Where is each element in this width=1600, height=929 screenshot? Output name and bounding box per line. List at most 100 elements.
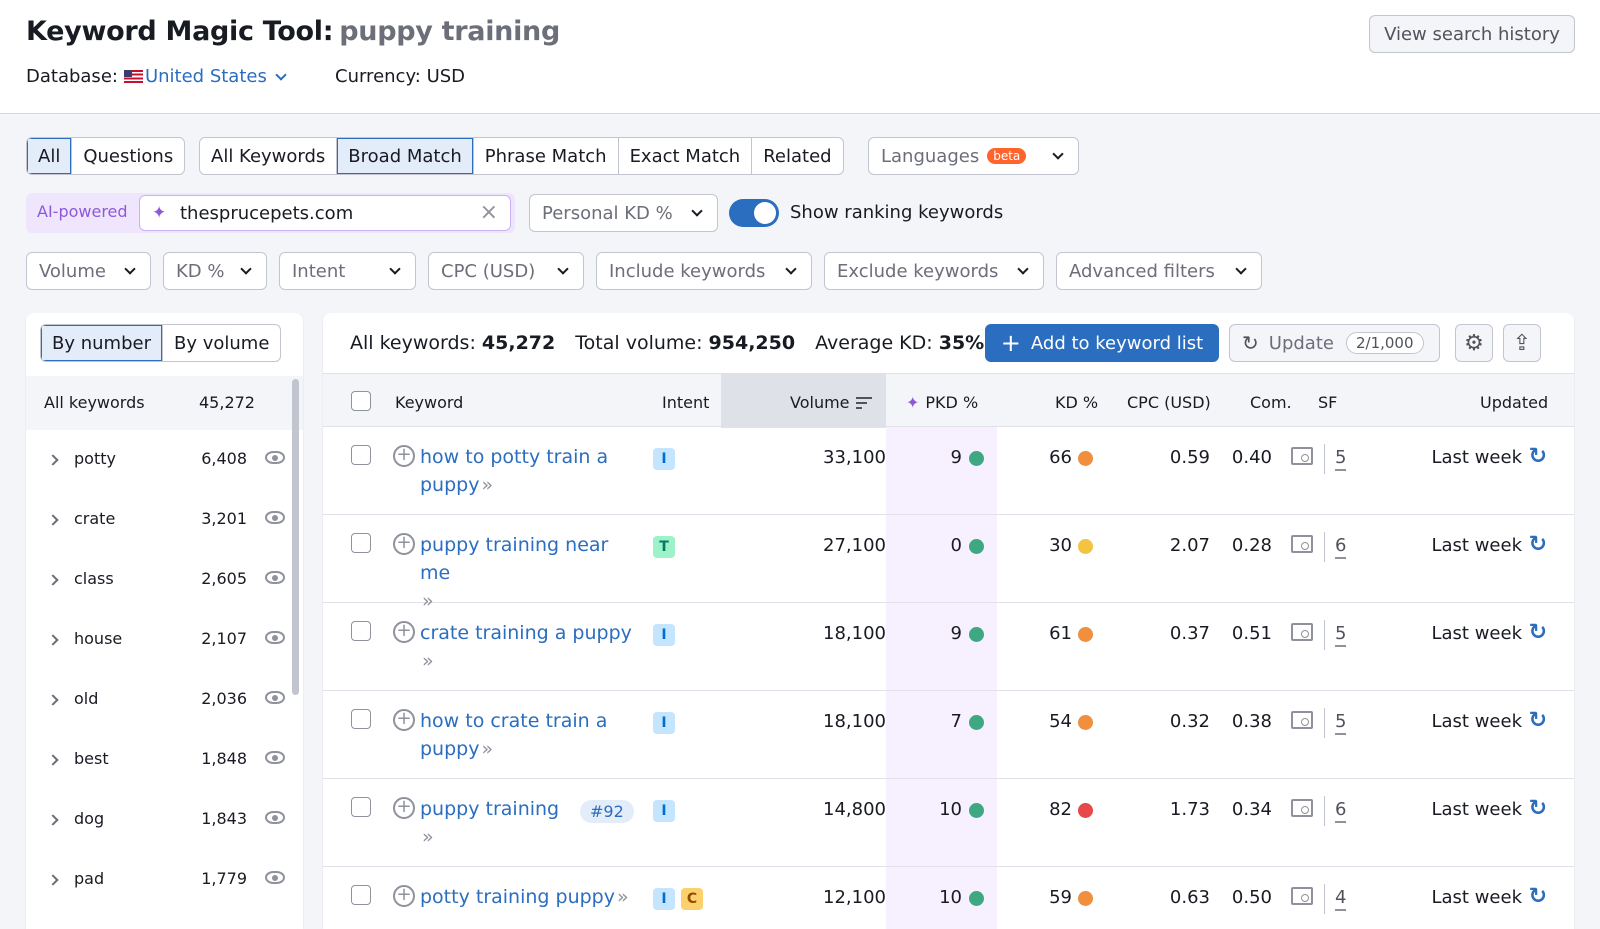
kd-filter[interactable]: KD %: [163, 252, 267, 290]
sf-count[interactable]: 6: [1335, 799, 1347, 823]
refresh-icon[interactable]: ↻: [1529, 532, 1547, 557]
chevron-right-icon[interactable]: [47, 514, 59, 526]
chevron-right-icon[interactable]: [47, 754, 59, 766]
tab-by-volume[interactable]: By volume: [163, 325, 280, 361]
eye-icon[interactable]: [265, 511, 285, 524]
eye-icon[interactable]: [265, 871, 285, 884]
export-button[interactable]: ⇪: [1503, 324, 1541, 362]
add-circle-icon[interactable]: +: [393, 797, 415, 819]
row-checkbox[interactable]: [351, 885, 371, 905]
intent-filter[interactable]: Intent: [279, 252, 416, 290]
all-keywords-group[interactable]: All keywords 45,272: [26, 376, 303, 430]
col-com[interactable]: Com.: [1250, 393, 1292, 412]
open-keyword-icon[interactable]: »: [422, 826, 434, 848]
refresh-icon[interactable]: ↻: [1529, 796, 1547, 821]
col-cpc[interactable]: CPC (USD): [1127, 393, 1211, 412]
eye-icon[interactable]: [265, 571, 285, 584]
row-checkbox[interactable]: [351, 445, 371, 465]
add-to-keyword-list-button[interactable]: + Add to keyword list: [985, 324, 1219, 362]
advanced-filters[interactable]: Advanced filters: [1056, 252, 1262, 290]
domain-input[interactable]: ✦ thesprucepets.com ×: [139, 195, 511, 231]
sf-count[interactable]: 6: [1335, 535, 1347, 559]
col-pkd[interactable]: ✦ PKD %: [906, 393, 978, 412]
add-circle-icon[interactable]: +: [393, 445, 415, 467]
volume-filter[interactable]: Volume: [26, 252, 151, 290]
group-row[interactable]: best 1,848: [26, 730, 288, 790]
tab-exact-match[interactable]: Exact Match: [619, 138, 753, 174]
show-ranking-toggle[interactable]: [729, 199, 779, 227]
group-row[interactable]: dog 1,843: [26, 790, 288, 850]
open-keyword-icon[interactable]: »: [617, 886, 629, 908]
keyword-link[interactable]: potty training puppy»: [420, 883, 642, 911]
chevron-right-icon[interactable]: [47, 454, 59, 466]
col-sf[interactable]: SF: [1318, 393, 1337, 412]
chevron-right-icon[interactable]: [47, 694, 59, 706]
row-checkbox[interactable]: [351, 797, 371, 817]
col-keyword[interactable]: Keyword: [395, 393, 463, 412]
col-intent[interactable]: Intent: [662, 393, 709, 412]
col-kd[interactable]: KD %: [1055, 393, 1098, 412]
database-country[interactable]: United States: [145, 66, 267, 87]
eye-icon[interactable]: [265, 811, 285, 824]
eye-icon[interactable]: [265, 631, 285, 644]
keyword-link[interactable]: how to potty train a puppy»: [420, 443, 642, 499]
serp-features-icon[interactable]: [1291, 447, 1313, 465]
keyword-link[interactable]: crate training a puppy »: [420, 619, 642, 675]
tab-questions[interactable]: Questions: [72, 138, 184, 174]
select-all-checkbox[interactable]: [351, 391, 371, 411]
group-row[interactable]: pad 1,779: [26, 850, 288, 910]
tab-related[interactable]: Related: [752, 138, 842, 174]
tab-by-number[interactable]: By number: [41, 325, 163, 361]
chevron-right-icon[interactable]: [47, 814, 59, 826]
open-keyword-icon[interactable]: »: [481, 738, 493, 760]
eye-icon[interactable]: [265, 751, 285, 764]
open-keyword-icon[interactable]: »: [422, 650, 434, 672]
chevron-right-icon[interactable]: [47, 634, 59, 646]
add-circle-icon[interactable]: +: [393, 709, 415, 731]
database-selector[interactable]: Database: United States: [26, 66, 287, 87]
refresh-icon[interactable]: ↻: [1529, 620, 1547, 645]
add-circle-icon[interactable]: +: [393, 621, 415, 643]
serp-features-icon[interactable]: [1291, 623, 1313, 641]
tab-all[interactable]: All: [27, 138, 73, 174]
serp-features-icon[interactable]: [1291, 799, 1313, 817]
refresh-icon[interactable]: ↻: [1529, 884, 1547, 909]
row-checkbox[interactable]: [351, 709, 371, 729]
keyword-link[interactable]: how to crate train a puppy»: [420, 707, 642, 763]
close-icon[interactable]: ×: [480, 200, 498, 225]
col-updated[interactable]: Updated: [1480, 393, 1548, 412]
group-row[interactable]: crate 3,201: [26, 490, 288, 550]
eye-icon[interactable]: [265, 691, 285, 704]
chevron-right-icon[interactable]: [47, 574, 59, 586]
add-circle-icon[interactable]: +: [393, 533, 415, 555]
tab-all-keywords[interactable]: All Keywords: [200, 138, 338, 174]
serp-features-icon[interactable]: [1291, 711, 1313, 729]
group-row[interactable]: house 2,107: [26, 610, 288, 670]
tab-phrase-match[interactable]: Phrase Match: [474, 138, 619, 174]
add-circle-icon[interactable]: +: [393, 885, 415, 907]
sidebar-scrollbar[interactable]: [292, 379, 299, 695]
group-row[interactable]: potty 6,408: [26, 430, 288, 490]
sf-count[interactable]: 4: [1335, 887, 1347, 911]
update-button[interactable]: ↻ Update 2/1,000: [1229, 324, 1440, 362]
sf-count[interactable]: 5: [1335, 623, 1347, 647]
settings-button[interactable]: ⚙: [1455, 324, 1493, 362]
languages-dropdown[interactable]: Languages beta: [868, 137, 1079, 175]
sf-count[interactable]: 5: [1335, 447, 1347, 471]
exclude-keywords-filter[interactable]: Exclude keywords: [824, 252, 1044, 290]
chevron-right-icon[interactable]: [47, 874, 59, 886]
include-keywords-filter[interactable]: Include keywords: [596, 252, 812, 290]
group-row[interactable]: old 2,036: [26, 670, 288, 730]
row-checkbox[interactable]: [351, 533, 371, 553]
personal-kd-dropdown[interactable]: Personal KD %: [529, 194, 718, 232]
group-row[interactable]: class 2,605: [26, 550, 288, 610]
refresh-icon[interactable]: ↻: [1529, 444, 1547, 469]
refresh-icon[interactable]: ↻: [1529, 708, 1547, 733]
open-keyword-icon[interactable]: »: [481, 474, 493, 496]
eye-icon[interactable]: [265, 451, 285, 464]
sf-count[interactable]: 5: [1335, 711, 1347, 735]
serp-features-icon[interactable]: [1291, 535, 1313, 553]
serp-features-icon[interactable]: [1291, 887, 1313, 905]
row-checkbox[interactable]: [351, 621, 371, 641]
cpc-filter[interactable]: CPC (USD): [428, 252, 584, 290]
